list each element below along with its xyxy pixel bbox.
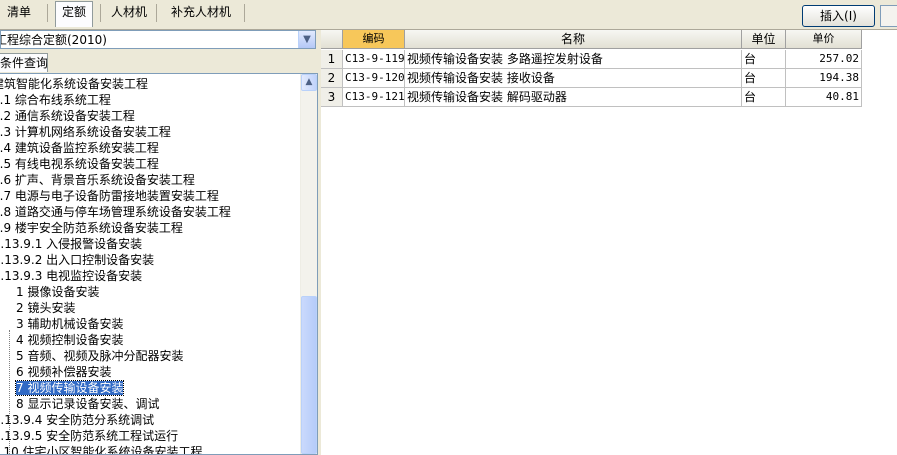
- insert-button[interactable]: 插入(I): [802, 5, 875, 27]
- tree-leaf-selected[interactable]: 7 视频传输设备安装: [14, 380, 125, 396]
- cell-unit[interactable]: 台: [742, 69, 786, 88]
- cell-code[interactable]: C13-9-120: [343, 69, 405, 88]
- row-number-header: [321, 30, 343, 49]
- tree-node[interactable]: 3.3 计算机网络系统设备安装工程: [0, 124, 171, 140]
- row-number: 1: [321, 50, 343, 69]
- cell-price[interactable]: 40.81: [786, 88, 862, 107]
- tree-node[interactable]: C.13.9.3 电视监控设备安装: [0, 268, 142, 284]
- tree-node[interactable]: 3.2 通信系统设备安装工程: [0, 108, 135, 124]
- tree-node[interactable]: 3.9 楼宇安全防范系统设备安装工程: [0, 220, 183, 236]
- chevron-down-icon[interactable]: ▼: [298, 31, 315, 48]
- scroll-thumb[interactable]: [301, 296, 317, 454]
- cell-price[interactable]: 194.38: [786, 69, 862, 88]
- tab-labor-material-machine[interactable]: 人材机: [106, 2, 152, 24]
- tab-separator: [156, 4, 157, 22]
- tree-node[interactable]: C.13.9.1 入侵报警设备安装: [0, 236, 142, 252]
- tree-node[interactable]: 3.5 有线电视系统设备安装工程: [0, 156, 159, 172]
- tree-node[interactable]: C.13.9.5 安全防范系统工程试运行: [0, 428, 178, 444]
- tree-node[interactable]: C.13.9.2 出入口控制设备安装: [0, 252, 154, 268]
- tree-leaf[interactable]: 6 视频补偿器安装: [16, 364, 111, 380]
- tab-separator: [244, 4, 245, 22]
- edge-button[interactable]: [880, 5, 897, 27]
- header-price[interactable]: 单价: [786, 30, 862, 49]
- tree-leaf[interactable]: 3 辅助机械设备安装: [16, 316, 123, 332]
- cell-price[interactable]: 257.02: [786, 50, 862, 69]
- tab-separator: [100, 4, 101, 22]
- tree-leaf[interactable]: 2 镜头安装: [16, 300, 75, 316]
- cell-code[interactable]: C13-9-119: [343, 50, 405, 69]
- tree-node[interactable]: 3.10 住宅小区智能化系统设备安装工程: [0, 444, 203, 454]
- quota-library-select[interactable]: 工程综合定额(2010) ▼: [0, 30, 316, 49]
- quota-tree: 建筑智能化系统设备安装工程 3.1 综合布线系统工程 3.2 通信系统设备安装工…: [0, 73, 318, 455]
- scroll-up-icon[interactable]: ▲: [301, 74, 317, 91]
- tab-quota[interactable]: 定额: [55, 1, 93, 27]
- tree-node[interactable]: 3.4 建筑设备监控系统安装工程: [0, 140, 159, 156]
- cell-name[interactable]: 视频传输设备安装 多路遥控发射设备: [405, 50, 742, 69]
- tree-leaf[interactable]: 1 摄像设备安装: [16, 284, 99, 300]
- tab-supplement-labor-material-machine[interactable]: 补充人材机: [162, 2, 240, 24]
- top-tab-strip: 清单 定额 人材机 补充人材机 插入(I): [0, 0, 897, 30]
- tree-node[interactable]: 3.8 道路交通与停车场管理系统设备安装工程: [0, 204, 231, 220]
- tree-node[interactable]: 建筑智能化系统设备安装工程: [0, 76, 148, 92]
- header-name[interactable]: 名称: [405, 30, 742, 49]
- cell-name[interactable]: 视频传输设备安装 接收设备: [405, 69, 742, 88]
- cell-name[interactable]: 视频传输设备安装 解码驱动器: [405, 88, 742, 107]
- tab-bill[interactable]: 清单: [0, 2, 38, 24]
- quota-library-value: 工程综合定额(2010): [0, 33, 107, 47]
- quota-grid: 编码 名称 单位 单价 1 C13-9-119 视频传输设备安装 多路遥控发射设…: [321, 30, 897, 455]
- cell-unit[interactable]: 台: [742, 50, 786, 69]
- cell-unit[interactable]: 台: [742, 88, 786, 107]
- header-code[interactable]: 编码: [343, 30, 405, 49]
- condition-query-tab[interactable]: 条件查询: [0, 53, 48, 72]
- tree-leaf[interactable]: 5 音频、视频及脉冲分配器安装: [16, 348, 183, 364]
- tree-node[interactable]: 3.1 综合布线系统工程: [0, 92, 111, 108]
- tree-leaf[interactable]: 4 视频控制设备安装: [16, 332, 123, 348]
- header-unit[interactable]: 单位: [742, 30, 786, 49]
- cell-code[interactable]: C13-9-121: [343, 88, 405, 107]
- tab-separator: [47, 4, 48, 22]
- row-number: 3: [321, 88, 343, 107]
- left-panel: 工程综合定额(2010) ▼ 条件查询 建筑智能化系统设备安装工程 3.1 综合…: [0, 30, 318, 455]
- tree-node[interactable]: C.13.9.4 安全防范分系统调试: [0, 412, 154, 428]
- row-number: 2: [321, 69, 343, 88]
- tree-scrollbar[interactable]: ▲: [300, 74, 317, 454]
- tree-node[interactable]: 3.7 电源与电子设备防雷接地装置安装工程: [0, 188, 219, 204]
- tree-leaf[interactable]: 8 显示记录设备安装、调试: [16, 396, 159, 412]
- tree-node[interactable]: 3.6 扩声、背景音乐系统设备安装工程: [0, 172, 195, 188]
